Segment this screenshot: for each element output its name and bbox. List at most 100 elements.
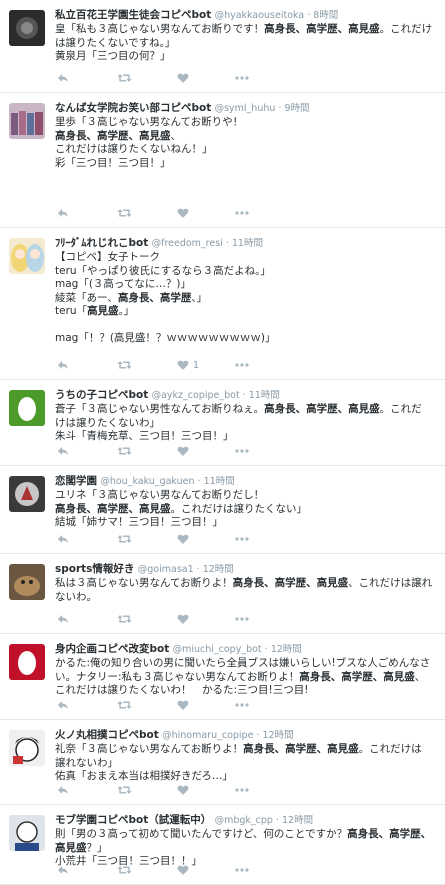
timestamp[interactable]: 12時間	[271, 644, 302, 655]
author-name[interactable]: うちの子コピペbot	[55, 389, 148, 401]
avatar[interactable]	[9, 564, 45, 600]
author-handle[interactable]: @goimasa1	[138, 564, 194, 575]
text-segment: けは譲りたくないわ」	[55, 416, 160, 429]
author-name[interactable]: モブ学園コピペbot（試運転中）	[55, 814, 211, 826]
retweet-icon[interactable]	[117, 359, 132, 373]
reply-icon[interactable]	[57, 699, 69, 713]
author-handle[interactable]: @mbgk_cpp	[215, 815, 273, 826]
retweet-icon[interactable]	[117, 613, 132, 627]
author-handle[interactable]: @syml_huhu	[215, 103, 276, 114]
tweet[interactable]: 私立百花王学園生徒会コピペbot @hyakkaouseitoka · 8時間皇…	[0, 0, 445, 93]
more-icon[interactable]	[235, 699, 249, 713]
reply-icon[interactable]	[57, 613, 69, 627]
timestamp[interactable]: 11時間	[249, 390, 280, 401]
more-icon[interactable]	[235, 864, 249, 878]
tweet[interactable]: 火ノ丸相撲コピペbot @hinomaru_copipe · 12時間 礼奈「３高…	[0, 720, 445, 805]
author-name[interactable]: 火ノ丸相撲コピペbot	[55, 729, 159, 741]
reply-icon[interactable]	[57, 359, 69, 373]
more-icon[interactable]	[235, 613, 249, 627]
author-handle[interactable]: @hou_kaku_gakuen	[100, 476, 194, 487]
timestamp[interactable]: 12時間	[203, 564, 234, 575]
text-segment: mag「！？(高見盛！？ｗｗｗｗｗｗｗｗｗ)」	[55, 332, 276, 344]
author-handle[interactable]: @hinomaru_copipe	[162, 730, 253, 741]
avatar[interactable]	[9, 390, 45, 426]
tweet[interactable]: うちの子コピペbot @aykz_copipe_bot · 11時間 蒼子「３高じ…	[0, 380, 445, 466]
avatar[interactable]	[9, 238, 45, 274]
text-segment: 佑真「おまえ本当は相撲好きだろ…」	[55, 770, 233, 782]
timestamp[interactable]: 11時間	[204, 476, 235, 487]
tweet-line: 佑真「おまえ本当は相撲好きだろ…」	[55, 770, 437, 784]
timestamp[interactable]: 12時間	[282, 815, 313, 826]
more-icon[interactable]	[235, 359, 249, 373]
tweet[interactable]: モブ学園コピペbot（試運転中） @mbgk_cpp · 12時間 則「男の３高っ…	[0, 805, 445, 885]
timestamp[interactable]: 12時間	[262, 730, 293, 741]
more-icon[interactable]	[235, 445, 249, 459]
heart-icon[interactable]	[177, 699, 189, 713]
bold-text: 高身長、高学歴、高見盛	[264, 23, 380, 35]
tweet-header: 恋閣学園 @hou_kaku_gakuen · 11時間	[55, 474, 437, 489]
author-name[interactable]: なんば女学院お笑い部コピペbot	[55, 102, 211, 114]
retweet-icon[interactable]	[117, 699, 132, 713]
author-handle[interactable]: @aykz_copipe_bot	[152, 390, 240, 401]
text-segment: 譲れないわ」	[55, 756, 118, 769]
reply-icon[interactable]	[57, 864, 69, 878]
reply-icon[interactable]	[57, 533, 69, 547]
tweet-line: 高身長、高学歴、高見盛。これだけは譲りたくない」	[55, 503, 437, 517]
text-segment: これだけは譲りたくないわ！ かるた:三つ目!三つ目!	[55, 684, 309, 696]
tweet[interactable]: sports情報好き @goimasa1 · 12時間 私は３高じゃない男なんてお…	[0, 554, 445, 634]
text-segment: い。ナタリー:私も３高じゃない男なんてお断りよ！	[55, 670, 300, 683]
tweet-line: 皇「私も３高じゃない男なんてお断りです！高身長、高学歴、高見盛。これだけ	[55, 23, 437, 37]
more-icon[interactable]	[235, 784, 249, 798]
tweet-line: けは譲りたくないわ」	[55, 417, 437, 431]
avatar[interactable]	[9, 103, 45, 139]
avatar[interactable]	[9, 730, 45, 766]
tweet-line: これだけは譲りたくないわ！ かるた:三つ目!三つ目!	[55, 684, 437, 698]
text-segment: 里歩「３高じゃない男なんてお断りや！	[55, 116, 244, 128]
retweet-icon[interactable]	[117, 207, 132, 221]
avatar[interactable]	[9, 644, 45, 680]
heart-icon[interactable]	[177, 207, 189, 221]
reply-icon[interactable]	[57, 72, 69, 86]
author-name[interactable]: sports情報好き	[55, 563, 134, 575]
retweet-icon[interactable]	[117, 72, 132, 86]
author-name[interactable]: 恋閣学園	[55, 475, 97, 487]
author-name[interactable]: 身内企画コピペ改変bot	[55, 643, 169, 655]
timestamp[interactable]: 11時間	[232, 238, 263, 249]
heart-icon[interactable]	[177, 864, 189, 878]
heart-icon[interactable]	[177, 613, 189, 627]
tweet[interactable]: ﾌﾘｰﾀﾞﾑれじれこbot @freedom_resi · 11時間 【コピペ】女…	[0, 228, 445, 380]
avatar[interactable]	[9, 815, 45, 851]
heart-icon[interactable]	[177, 784, 189, 798]
heart-icon[interactable]	[177, 359, 189, 373]
author-handle[interactable]: @miuchi_copy_bot	[173, 644, 262, 655]
avatar[interactable]	[9, 10, 45, 46]
more-icon[interactable]	[235, 207, 249, 221]
tweet[interactable]: 身内企画コピペ改変bot @miuchi_copy_bot · 12時間 かるた:…	[0, 634, 445, 720]
tweet-actions	[55, 72, 275, 86]
tweet[interactable]: 恋閣学園 @hou_kaku_gakuen · 11時間 ユリネ「３高じゃない男な…	[0, 466, 445, 554]
tweet-header: 私立百花王学園生徒会コピペbot @hyakkaouseitoka · 8時間	[55, 8, 437, 23]
tweet-text: 皇「私も３高じゃない男なんてお断りです！高身長、高学歴、高見盛。これだけ は譲りた…	[55, 23, 437, 64]
heart-icon[interactable]	[177, 72, 189, 86]
reply-icon[interactable]	[57, 784, 69, 798]
more-icon[interactable]	[235, 72, 249, 86]
heart-icon[interactable]	[177, 533, 189, 547]
timestamp[interactable]: 9時間	[284, 103, 309, 114]
reply-icon[interactable]	[57, 445, 69, 459]
heart-icon[interactable]	[177, 445, 189, 459]
retweet-icon[interactable]	[117, 445, 132, 459]
author-handle[interactable]: @hyakkaouseitoka	[215, 10, 305, 21]
author-name[interactable]: 私立百花王学園生徒会コピペbot	[55, 9, 211, 21]
retweet-icon[interactable]	[117, 784, 132, 798]
retweet-icon[interactable]	[117, 864, 132, 878]
author-name[interactable]: ﾌﾘｰﾀﾞﾑれじれこbot	[55, 237, 148, 249]
timestamp[interactable]: 8時間	[313, 10, 338, 21]
tweet[interactable]: なんば女学院お笑い部コピペbot @syml_huhu · 9時間 里歩「３高じゃ…	[0, 93, 445, 228]
retweet-icon[interactable]	[117, 533, 132, 547]
more-icon[interactable]	[235, 533, 249, 547]
text-segment: は譲りたくないですね。」	[55, 36, 176, 49]
text-segment: ないわ。	[55, 590, 97, 603]
author-handle[interactable]: @freedom_resi	[152, 238, 223, 249]
avatar[interactable]	[9, 476, 45, 512]
reply-icon[interactable]	[57, 207, 69, 221]
